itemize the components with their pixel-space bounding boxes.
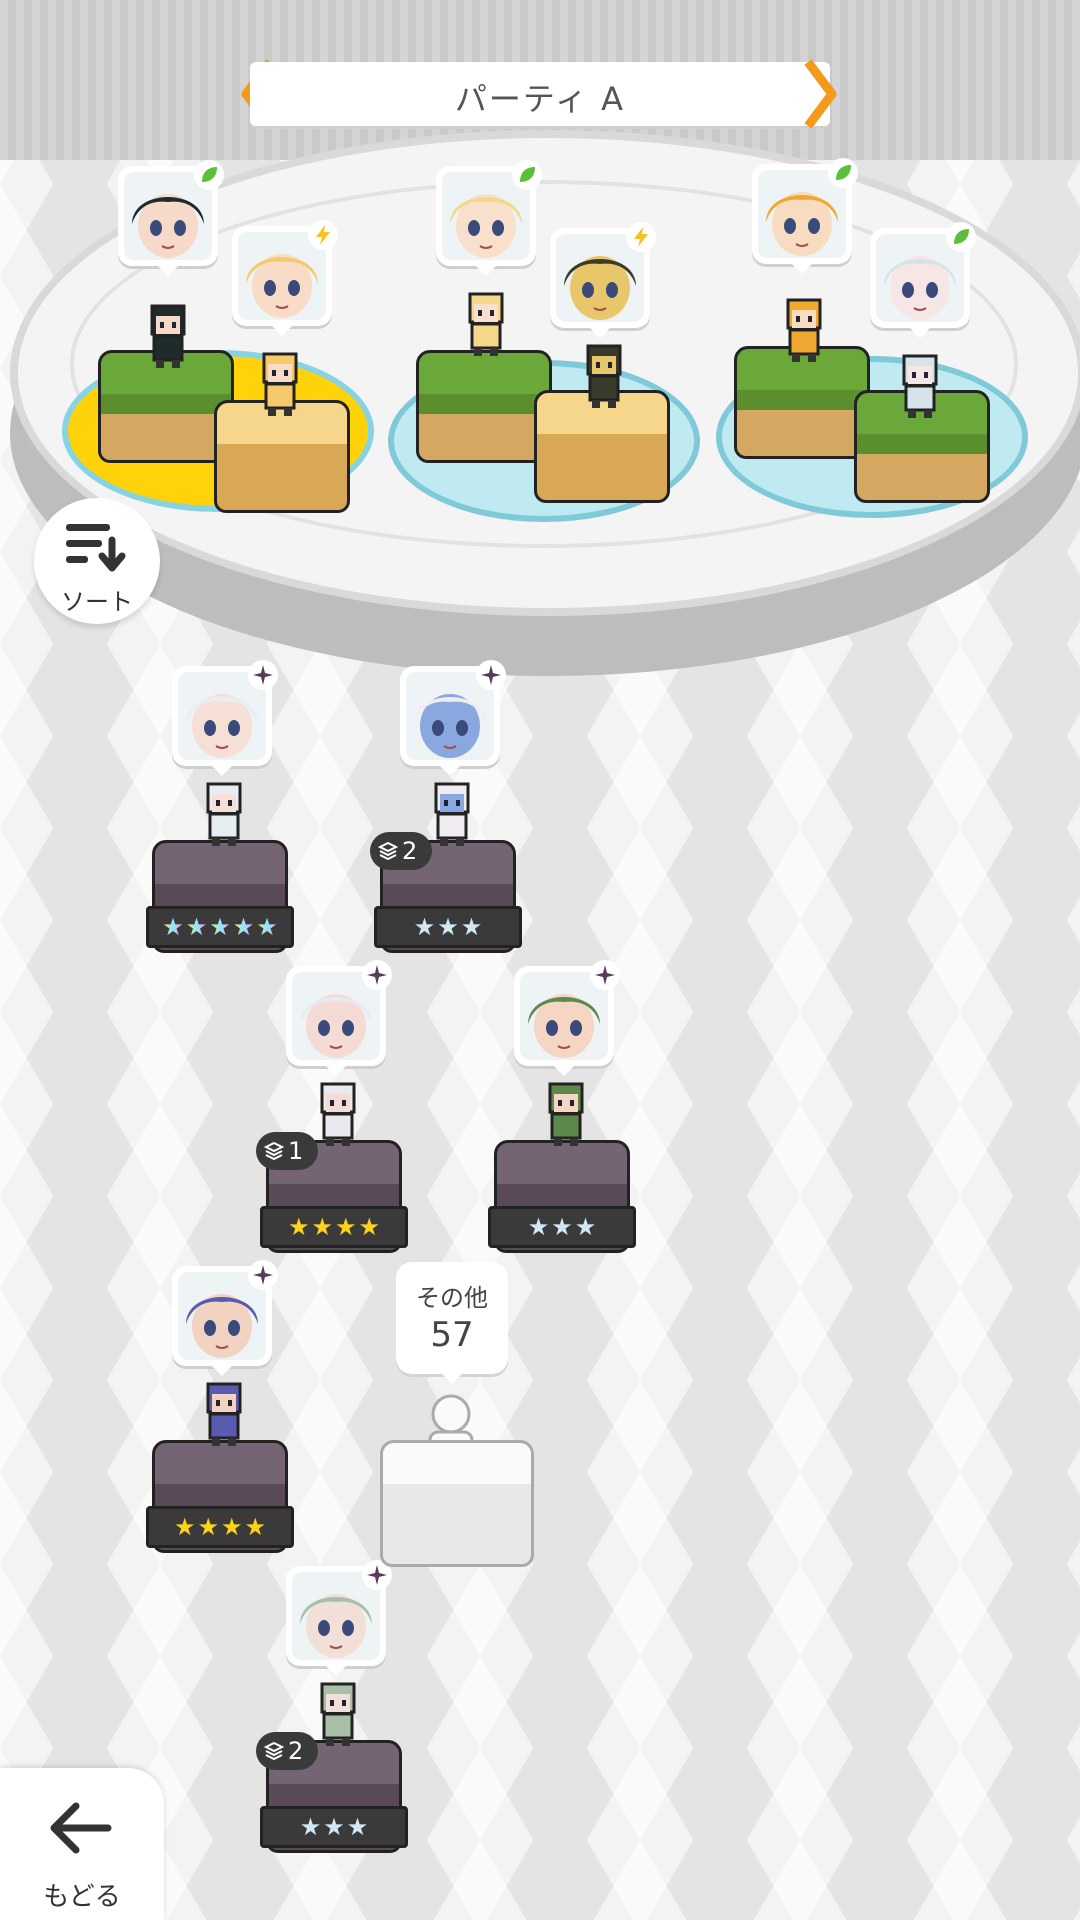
star-icon: ★ (162, 913, 184, 941)
star-icon: ★ (551, 1213, 573, 1241)
stack-icon (264, 1141, 284, 1161)
limit-break-badge: 1 (256, 1132, 318, 1170)
star-icon: ★ (335, 1213, 357, 1241)
block-side (734, 390, 870, 459)
others-block[interactable] (380, 1440, 534, 1567)
star-icon: ★ (173, 1513, 196, 1541)
arrow-left-icon (50, 1802, 112, 1854)
stack-icon (264, 1741, 284, 1761)
limit-break-badge: 2 (256, 1732, 318, 1770)
block-side (534, 434, 670, 503)
block-side (854, 434, 990, 503)
sort-icon (66, 524, 126, 572)
character-portrait[interactable] (118, 160, 224, 276)
character-sprite[interactable] (138, 300, 198, 370)
character-sprite[interactable] (774, 294, 834, 364)
dark-element-icon (590, 960, 620, 990)
star-icon: ★ (232, 913, 255, 941)
star-rating: ★ ★ ★ (488, 1206, 636, 1248)
star-icon: ★ (209, 913, 231, 941)
party-title: パーティ A (454, 80, 626, 118)
badge-count: 2 (402, 837, 418, 865)
star-icon: ★ (346, 1813, 369, 1841)
star-rating: ★ ★ ★ ★ (260, 1206, 408, 1248)
dark-element-icon (476, 660, 506, 690)
block-side (416, 394, 552, 463)
star-icon: ★ (358, 1213, 381, 1241)
character-sprite[interactable] (250, 348, 310, 418)
character-sprite[interactable] (536, 1078, 596, 1148)
dark-element-icon (248, 660, 278, 690)
star-rating: ★ ★ ★ ★ (146, 1506, 294, 1548)
chevron-right-icon (804, 59, 837, 129)
grass-block (416, 350, 552, 463)
character-portrait[interactable] (286, 960, 392, 1076)
character-sprite[interactable] (194, 1378, 254, 1448)
badge-count: 1 (288, 1137, 304, 1165)
limit-break-badge: 2 (370, 832, 432, 870)
back-label: もどる (43, 1882, 121, 1912)
thunder-element-icon (626, 222, 656, 252)
character-portrait[interactable] (752, 158, 858, 274)
star-icon: ★ (437, 913, 459, 941)
character-portrait[interactable] (514, 960, 620, 1076)
character-portrait[interactable] (286, 1560, 392, 1676)
star-icon: ★ (287, 1213, 310, 1241)
star-icon: ★ (185, 913, 208, 941)
dark-element-icon (248, 1260, 278, 1290)
leaf-element-icon (828, 158, 858, 188)
character-portrait[interactable] (436, 160, 542, 276)
character-sprite[interactable] (308, 1078, 368, 1148)
star-icon: ★ (221, 1513, 243, 1541)
others-count: 57 (430, 1315, 474, 1355)
star-icon: ★ (460, 913, 483, 941)
star-icon: ★ (413, 913, 436, 941)
thunder-element-icon (308, 220, 338, 250)
star-icon: ★ (527, 1213, 550, 1241)
character-sprite[interactable] (574, 340, 634, 410)
character-portrait[interactable] (232, 220, 338, 336)
star-rating: ★ ★ ★ (260, 1806, 408, 1848)
star-icon: ★ (311, 1213, 333, 1241)
star-rating: ★ ★ ★ ★ ★ (146, 906, 294, 948)
character-sprite[interactable] (422, 778, 482, 848)
star-icon: ★ (323, 1813, 345, 1841)
character-portrait[interactable] (550, 222, 656, 338)
character-sprite[interactable] (890, 350, 950, 420)
star-icon: ★ (244, 1513, 267, 1541)
others-bubble[interactable]: その他 57 (396, 1262, 508, 1384)
sort-label: ソート (61, 588, 133, 616)
dark-element-icon (362, 960, 392, 990)
character-sprite[interactable] (308, 1678, 368, 1748)
leaf-element-icon (946, 222, 976, 252)
character-sprite[interactable] (456, 288, 516, 358)
block-side (214, 444, 350, 513)
leaf-element-icon (194, 160, 224, 190)
badge-count: 2 (288, 1737, 304, 1765)
character-portrait[interactable] (172, 660, 278, 776)
star-rating: ★ ★ ★ (374, 906, 522, 948)
others-label: その他 (416, 1284, 488, 1312)
character-sprite[interactable] (194, 778, 254, 848)
character-portrait[interactable] (400, 660, 506, 776)
star-icon: ★ (299, 1813, 322, 1841)
character-portrait[interactable] (870, 222, 976, 338)
star-icon: ★ (574, 1213, 597, 1241)
leaf-element-icon (512, 160, 542, 190)
party-title-bar: パーティ A (250, 62, 830, 126)
character-portrait[interactable] (172, 1260, 278, 1376)
stack-icon (378, 841, 398, 861)
back-button[interactable]: もどる (0, 1768, 164, 1920)
sort-button[interactable]: ソート (34, 498, 160, 624)
star-icon: ★ (197, 1513, 219, 1541)
star-icon: ★ (256, 913, 278, 941)
next-party-button[interactable] (800, 58, 840, 130)
